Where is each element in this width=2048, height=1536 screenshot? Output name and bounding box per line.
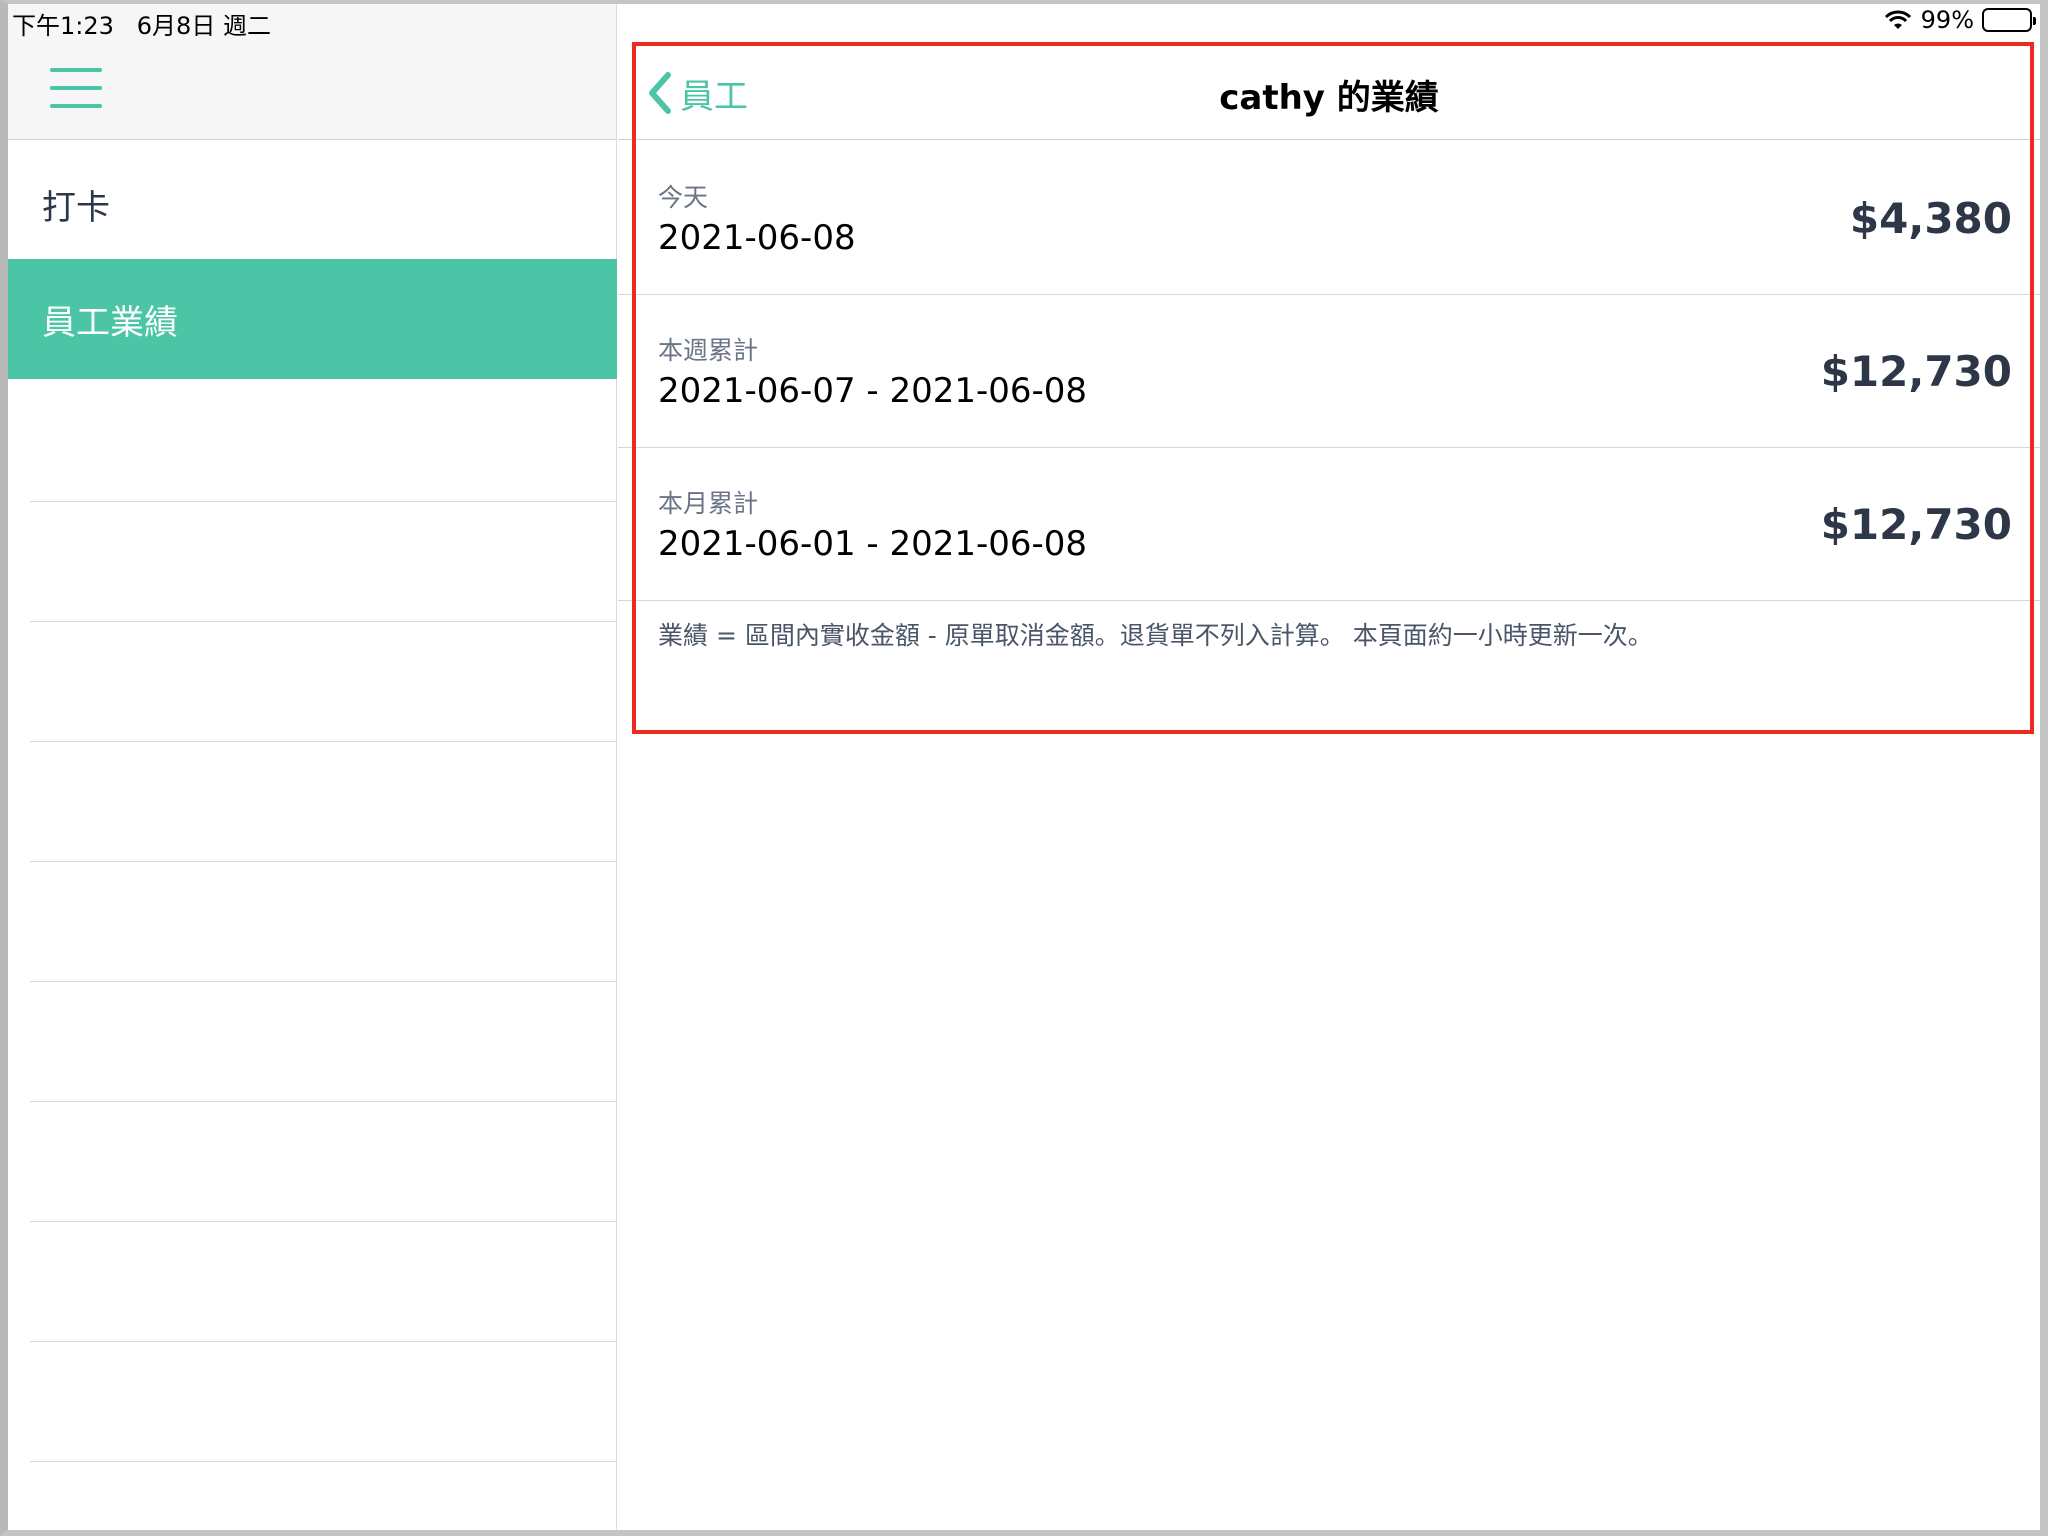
list-divider bbox=[30, 1341, 617, 1342]
battery-percent: 99% bbox=[1920, 6, 1974, 34]
status-time-date: 下午1:23 6月8日 週二 bbox=[12, 12, 271, 40]
page-title: cathy 的業績 bbox=[1219, 78, 1439, 118]
footnote: 業績 = 區間內實收金額 - 原單取消金額。退貨單不列入計算。 本頁面約一小時更… bbox=[658, 621, 1653, 650]
list-divider bbox=[30, 861, 617, 862]
period-amount: $12,730 bbox=[1820, 500, 2012, 549]
status-bar: 下午1:23 6月8日 週二 99% bbox=[8, 4, 2040, 40]
sidebar-item-employee-performance[interactable]: 員工業績 bbox=[8, 259, 617, 379]
list-divider bbox=[30, 1101, 617, 1102]
period-date: 2021-06-01 - 2021-06-08 bbox=[658, 524, 1088, 564]
list-divider bbox=[30, 501, 617, 502]
period-amount: $4,380 bbox=[1849, 194, 2012, 243]
list-item: 本月累計 2021-06-01 - 2021-06-08 $12,730 bbox=[618, 448, 2040, 601]
list-item: 本週累計 2021-06-07 - 2021-06-08 $12,730 bbox=[618, 295, 2040, 448]
sidebar: 打卡 員工業績 bbox=[8, 4, 617, 1530]
list-divider bbox=[30, 1221, 617, 1222]
sidebar-item-label: 打卡 bbox=[42, 187, 110, 228]
period-label: 本週累計 bbox=[658, 336, 759, 365]
sidebar-item-label: 員工業績 bbox=[42, 302, 178, 343]
period-amount: $12,730 bbox=[1820, 347, 2012, 396]
screen: 下午1:23 6月8日 週二 99% 打卡 員工業績 員工 cathy 的業績 … bbox=[0, 0, 2048, 1536]
list-divider bbox=[30, 741, 617, 742]
list-divider bbox=[30, 621, 617, 622]
period-date: 2021-06-07 - 2021-06-08 bbox=[658, 371, 1088, 411]
sidebar-item-clock-in[interactable]: 打卡 bbox=[8, 144, 617, 264]
status-right: 99% bbox=[1883, 6, 2036, 34]
battery-icon bbox=[1982, 8, 2036, 32]
list-divider bbox=[30, 1461, 617, 1462]
list-divider bbox=[30, 981, 617, 982]
detail-pane: 員工 cathy 的業績 今天 2021-06-08 $4,380 本週累計 2… bbox=[618, 4, 2040, 1530]
wifi-icon bbox=[1884, 10, 1911, 29]
period-label: 本月累計 bbox=[658, 489, 759, 518]
hamburger-menu-icon[interactable] bbox=[50, 68, 102, 108]
period-label: 今天 bbox=[658, 183, 709, 212]
list-item: 今天 2021-06-08 $4,380 bbox=[618, 142, 2040, 295]
period-date: 2021-06-08 bbox=[658, 218, 856, 258]
